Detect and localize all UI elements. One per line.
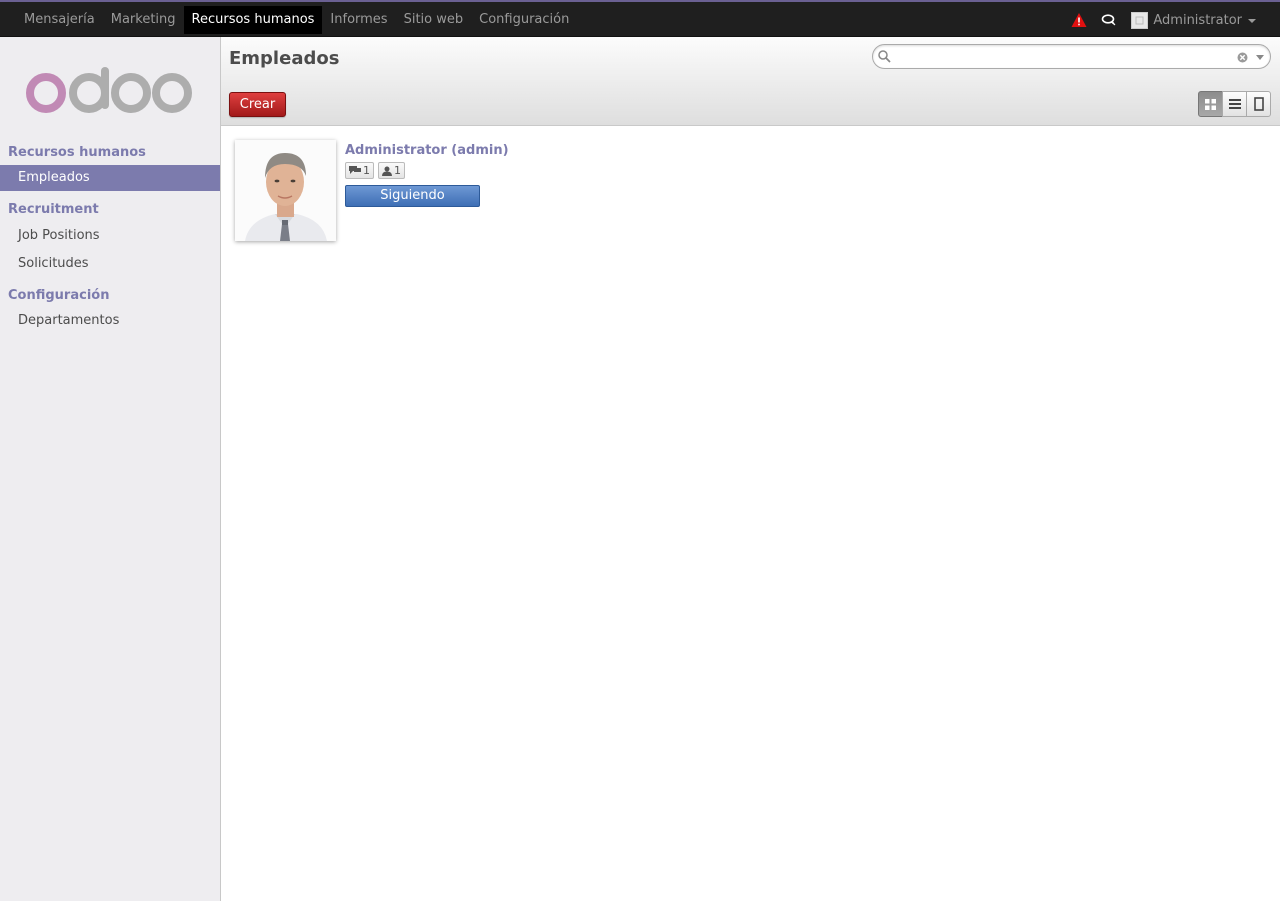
followers-badge[interactable]: 1 — [378, 162, 405, 179]
comments-icon — [349, 166, 361, 174]
form-view-button[interactable] — [1246, 91, 1271, 117]
avatar — [1131, 11, 1149, 29]
section-title-recursos-humanos: Recursos humanos — [8, 145, 146, 160]
kanban-icon — [1205, 98, 1216, 110]
following-button[interactable]: Siguiendo — [345, 185, 480, 207]
section-title-configuracion: Configuración — [8, 288, 110, 303]
chat-icon[interactable] — [1101, 13, 1117, 27]
menu-item-sitio-web[interactable]: Sitio web — [396, 6, 472, 34]
search-box — [872, 44, 1271, 69]
user-name: Administrator — [1153, 12, 1242, 28]
create-button[interactable]: Crear — [229, 92, 286, 117]
sidebar: Recursos humanos Empleados Recruitment J… — [0, 37, 221, 901]
clear-icon[interactable] — [1237, 52, 1248, 63]
list-view-button[interactable] — [1222, 91, 1247, 117]
user-icon — [382, 166, 392, 176]
form-icon — [1253, 97, 1264, 111]
user-menu[interactable]: Administrator — [1131, 11, 1256, 29]
sidebar-item-job-positions[interactable]: Job Positions — [0, 223, 220, 249]
main-menu: Mensajería Marketing Recursos humanos In… — [16, 6, 577, 34]
employee-badges: 1 1 — [345, 162, 409, 179]
section-title-recruitment: Recruitment — [8, 202, 99, 217]
chevron-down-icon — [1248, 19, 1256, 23]
sidebar-item-departamentos[interactable]: Departamentos — [0, 308, 220, 334]
menu-item-configuracion[interactable]: Configuración — [471, 6, 577, 34]
employee-portrait-image — [235, 140, 336, 241]
page-title: Empleados — [229, 48, 340, 69]
menu-item-recursos-humanos[interactable]: Recursos humanos — [183, 6, 323, 34]
messages-badge[interactable]: 1 — [345, 162, 374, 179]
menu-item-informes[interactable]: Informes — [322, 6, 395, 34]
employee-card[interactable]: Administrator (admin) 1 1 Siguiendo — [235, 140, 509, 242]
search-icon — [878, 50, 891, 63]
messages-count: 1 — [363, 164, 370, 177]
warning-icon[interactable] — [1071, 12, 1087, 28]
sidebar-item-empleados[interactable]: Empleados — [0, 165, 220, 191]
employee-name-link[interactable]: Administrator (admin) — [345, 143, 509, 158]
search-options-chevron-icon[interactable] — [1256, 55, 1264, 60]
sidebar-item-solicitudes[interactable]: Solicitudes — [0, 251, 220, 277]
followers-count: 1 — [394, 164, 401, 177]
kanban-view-button[interactable] — [1198, 91, 1223, 117]
menu-item-marketing[interactable]: Marketing — [103, 6, 184, 34]
topbar-right: Administrator — [1071, 6, 1280, 34]
odoo-logo — [26, 67, 192, 113]
menu-item-mensajeria[interactable]: Mensajería — [16, 6, 103, 34]
control-panel: Empleados Crear — [221, 37, 1280, 126]
employee-photo[interactable] — [235, 140, 336, 241]
list-icon — [1228, 99, 1241, 109]
search-input[interactable] — [893, 47, 1237, 68]
top-menu-bar: Mensajería Marketing Recursos humanos In… — [0, 0, 1280, 37]
view-switcher — [1198, 91, 1271, 117]
